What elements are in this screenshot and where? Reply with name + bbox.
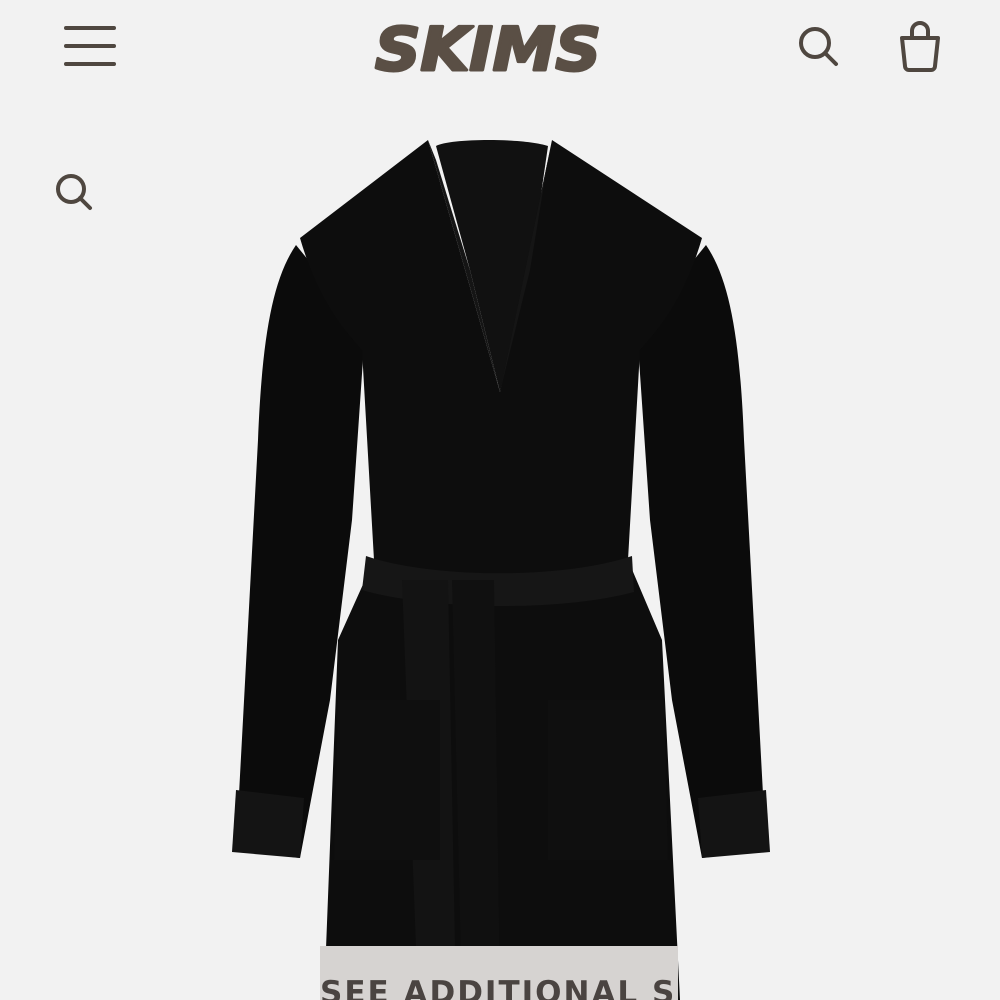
brand-logo-text: SKIMS <box>375 14 601 84</box>
site-header: SKIMS <box>0 0 1000 100</box>
floating-search-icon[interactable] <box>48 166 98 216</box>
menu-icon-line <box>64 44 116 48</box>
search-icon[interactable] <box>792 20 844 72</box>
menu-icon-line <box>64 62 116 66</box>
product-image[interactable] <box>200 120 800 1000</box>
garment-pocket <box>548 700 668 860</box>
garment-left-cuff <box>232 790 304 858</box>
garment-pocket <box>334 700 440 860</box>
brand-logo[interactable]: SKIMS <box>364 14 612 84</box>
see-additional-sizes-button[interactable]: SEE ADDITIONAL SIZES <box>320 946 678 1000</box>
see-additional-sizes-label: SEE ADDITIONAL SIZES <box>320 975 678 1000</box>
menu-button[interactable] <box>58 22 122 70</box>
menu-icon-line <box>64 26 116 30</box>
shopping-bag-icon[interactable] <box>894 18 946 76</box>
garment-right-cuff <box>698 790 770 858</box>
